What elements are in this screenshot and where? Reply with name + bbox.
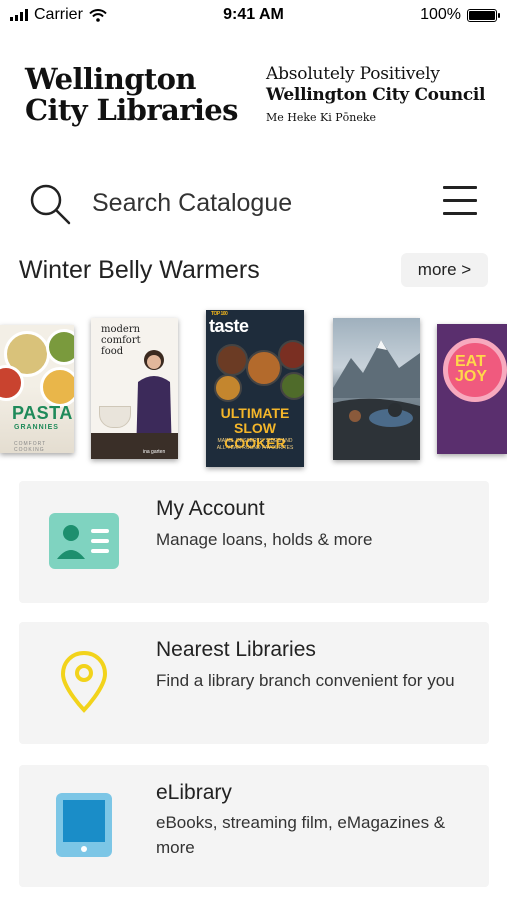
cover-brand: TOP 100 taste <box>209 311 249 336</box>
card-title: My Account <box>156 497 265 520</box>
map-pin-icon <box>60 650 108 713</box>
logo-left-line2: City Libraries <box>25 93 238 127</box>
council-logo: Absolutely Positively Wellington City Co… <box>266 64 486 128</box>
status-bar: Carrier 9:41 AM 100% <box>0 0 507 30</box>
battery-icon <box>467 8 500 22</box>
bowl-illustration <box>99 406 131 428</box>
book-cover-modern-comfort-food[interactable]: modern comfort food ina garten <box>91 318 178 459</box>
elibrary-card[interactable]: eLibrary eBooks, streaming film, eMagazi… <box>19 765 489 887</box>
card-title: Nearest Libraries <box>156 638 316 661</box>
my-account-card[interactable]: My Account Manage loans, holds & more <box>19 481 489 603</box>
cover-text: COMFORT COOKING <box>14 441 47 453</box>
section-title: Winter Belly Warmers <box>19 256 260 284</box>
tablet-icon <box>56 793 112 857</box>
logo-right-line1: Absolutely Positively <box>266 64 440 84</box>
logo-right-line3: Me Heke Ki Pōneke <box>266 111 377 124</box>
search-icon[interactable] <box>29 183 73 227</box>
card-subtitle: Find a library branch convenient for you <box>156 671 455 690</box>
id-card-icon <box>49 513 119 569</box>
more-button[interactable]: more > <box>401 253 488 287</box>
card-title: eLibrary <box>156 781 232 804</box>
nearest-libraries-card[interactable]: Nearest Libraries Find a library branch … <box>19 622 489 744</box>
logo-right-line2: Wellington City Council <box>266 85 486 105</box>
cover-title: EAT JOY <box>455 353 488 385</box>
card-subtitle: eBooks, streaming film, eMagazines & mor… <box>156 813 446 857</box>
book-cover-mountain[interactable] <box>333 318 420 460</box>
book-cover-ultimate-slow-cooker[interactable]: TOP 100 taste ULTIMATE SLOW COOKER MAINS,… <box>206 310 304 467</box>
card-subtitle: Manage loans, holds & more <box>156 530 373 549</box>
battery-percent: 100% <box>420 6 461 23</box>
book-cover-pasta-grannies[interactable]: PASTA GRANNIES COMFORT COOKING <box>0 325 74 453</box>
search-input[interactable]: Search Catalogue <box>92 189 292 218</box>
book-cover-eat-joy[interactable]: EAT JOY <box>437 324 507 454</box>
cover-text: GRANNIES <box>14 424 59 431</box>
menu-icon[interactable] <box>443 186 478 216</box>
mountain-illustration <box>333 340 420 460</box>
cover-text: PASTA <box>12 403 73 423</box>
logo-left-line1: Wellington <box>25 62 196 96</box>
wcl-logo: Wellington City Libraries <box>25 64 238 126</box>
cover-author: ina garten <box>143 449 166 455</box>
cover-subtitle: MAINS, DESSERTS, SIDES AND ALL-YEAR ROUN… <box>216 438 294 451</box>
